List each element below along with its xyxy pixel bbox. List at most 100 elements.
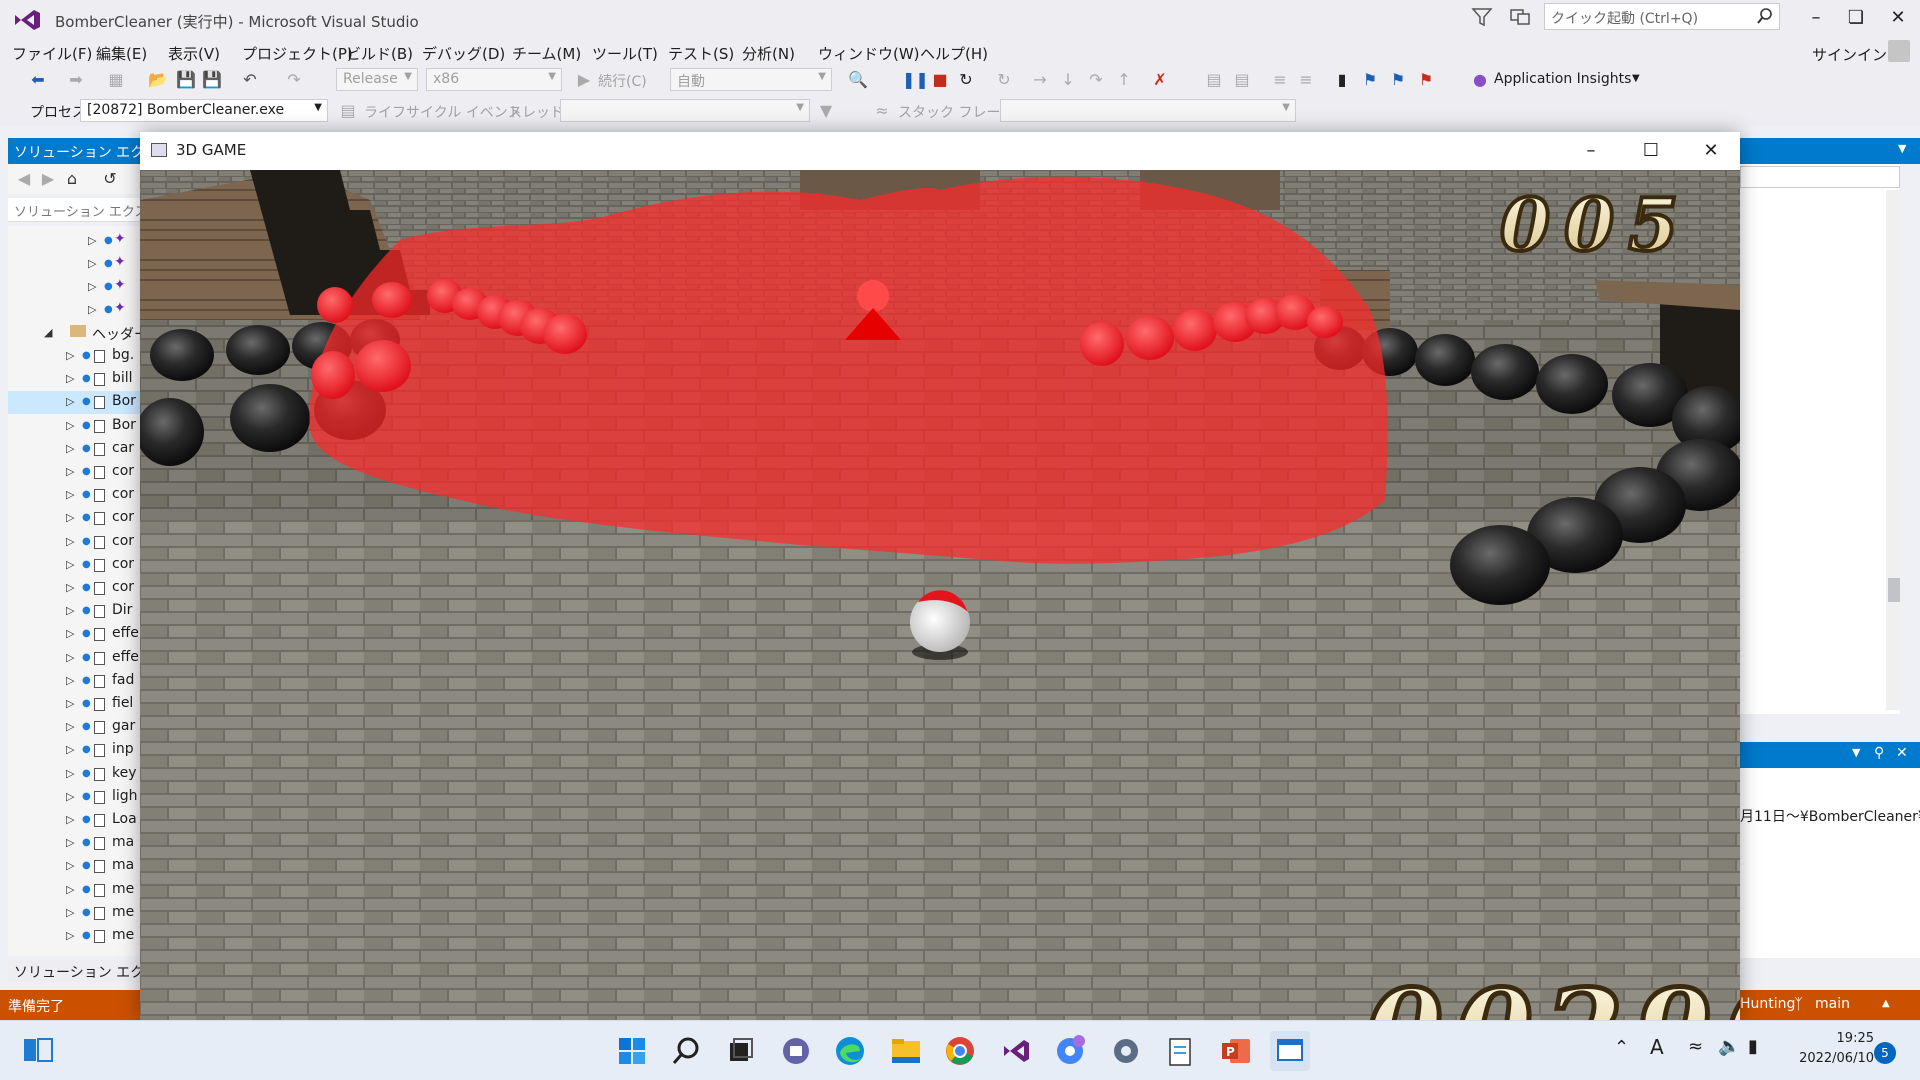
- expand-arrow-icon[interactable]: ▷: [66, 743, 74, 756]
- tree-file-item[interactable]: ▷ ● key: [8, 763, 140, 786]
- process-select[interactable]: [20872] BomberCleaner.exe ▼: [80, 99, 328, 122]
- back-icon[interactable]: ◀: [14, 169, 34, 189]
- tree-file-item[interactable]: ▷ ● fiel: [8, 693, 140, 716]
- previous-bookmark-icon[interactable]: ⚑: [1360, 70, 1380, 90]
- ime-indicator[interactable]: A: [1650, 1035, 1664, 1059]
- new-project-icon[interactable]: ▦: [106, 70, 126, 90]
- menu-build[interactable]: ビルド(B): [346, 43, 413, 64]
- expand-arrow-icon[interactable]: ▷: [66, 790, 74, 803]
- tree-file-item[interactable]: ▷ ● me: [8, 879, 140, 902]
- configuration-select[interactable]: Release ▼: [336, 68, 418, 91]
- clear-bookmarks-icon[interactable]: ⚑: [1416, 70, 1436, 90]
- game-window[interactable]: 3D GAME – ☐ ✕ 005: [140, 132, 1740, 1020]
- open-folder-icon[interactable]: 📂: [148, 70, 168, 90]
- menu-tools[interactable]: ツール(T): [592, 43, 658, 64]
- restart-icon[interactable]: ↻: [956, 70, 976, 90]
- exception-settings-icon[interactable]: ✗: [1150, 70, 1170, 90]
- close-button[interactable]: ✕: [1878, 4, 1918, 32]
- tree-item[interactable]: ▷ ● ✦: [8, 253, 140, 276]
- step-over-icon[interactable]: ↓: [1058, 70, 1078, 90]
- tree-file-item[interactable]: ▷ ● bill: [8, 368, 140, 391]
- tree-file-item[interactable]: ▷ ● ma: [8, 855, 140, 878]
- notification-badge[interactable]: 5: [1874, 1042, 1896, 1064]
- redo-icon[interactable]: ↷: [284, 70, 304, 90]
- powerpoint-icon[interactable]: P: [1216, 1031, 1256, 1071]
- expand-arrow-icon[interactable]: ▷: [66, 511, 74, 524]
- tree-file-item[interactable]: ▷ ● me: [8, 902, 140, 925]
- forward-icon[interactable]: ▶: [38, 169, 58, 189]
- menu-project[interactable]: プロジェクト(P): [242, 43, 353, 64]
- expand-arrow-icon[interactable]: ▷: [66, 581, 74, 594]
- tree-file-item[interactable]: ▷ ● cor: [8, 531, 140, 554]
- hex-display-icon[interactable]: ▤: [1204, 70, 1224, 90]
- quick-launch-input[interactable]: クイック起動 (Ctrl+Q): [1544, 3, 1780, 30]
- pin-icon[interactable]: ⚲: [1874, 745, 1884, 761]
- clock-date[interactable]: 2022/06/10: [1790, 1051, 1874, 1066]
- history-icon[interactable]: ↺: [100, 169, 120, 189]
- search-icon[interactable]: [666, 1031, 706, 1071]
- menu-team[interactable]: チーム(M): [512, 43, 581, 64]
- expand-arrow-icon[interactable]: ▷: [66, 929, 74, 942]
- next-bookmark-icon[interactable]: ⚑: [1388, 70, 1408, 90]
- solution-explorer-header[interactable]: ソリューション エクスプローラー: [8, 138, 140, 164]
- game-close-button[interactable]: ✕: [1686, 136, 1736, 166]
- expand-arrow-icon[interactable]: ▷: [88, 234, 96, 247]
- expand-arrow-icon[interactable]: ▷: [66, 488, 74, 501]
- threads-icon[interactable]: ▤: [1232, 70, 1252, 90]
- avatar[interactable]: [1888, 40, 1910, 62]
- expand-arrow-icon[interactable]: ▷: [66, 813, 74, 826]
- expand-arrow-icon[interactable]: ▷: [66, 349, 74, 362]
- visual-studio-icon[interactable]: [996, 1031, 1036, 1071]
- pause-icon[interactable]: ❚❚: [902, 70, 929, 90]
- wifi-icon[interactable]: ≈: [1688, 1036, 1703, 1057]
- tree-file-item[interactable]: ▷ ● effe: [8, 647, 140, 670]
- expand-arrow-icon[interactable]: ▷: [66, 859, 74, 872]
- expand-arrow-icon[interactable]: ▷: [66, 697, 74, 710]
- expand-arrow-icon[interactable]: ▷: [66, 720, 74, 733]
- collapse-arrow-icon[interactable]: ◢: [44, 326, 52, 339]
- expand-arrow-icon[interactable]: ▷: [66, 883, 74, 896]
- save-all-icon[interactable]: 💾: [202, 70, 222, 90]
- expand-arrow-icon[interactable]: ▷: [66, 558, 74, 571]
- find-icon[interactable]: 🔍: [848, 70, 868, 90]
- chevron-up-icon[interactable]: ⌃: [1614, 1037, 1629, 1058]
- clock-time[interactable]: 19:25: [1790, 1031, 1874, 1046]
- chevron-down-icon[interactable]: ▼: [1852, 746, 1860, 759]
- menu-view[interactable]: 表示(V): [168, 43, 220, 64]
- filter-icon[interactable]: ▼: [816, 101, 836, 121]
- menu-analyze[interactable]: 分析(N): [742, 43, 795, 64]
- tree-file-item[interactable]: ▷ ● inp: [8, 739, 140, 762]
- chrome-icon[interactable]: [940, 1031, 980, 1071]
- teams-chat-icon[interactable]: [776, 1031, 816, 1071]
- expand-arrow-icon[interactable]: ▷: [66, 535, 74, 548]
- tree-file-item[interactable]: ▷ ● fad: [8, 670, 140, 693]
- signin-link[interactable]: サインイン: [1812, 44, 1887, 65]
- tree-file-item[interactable]: ▷ ● Loa: [8, 809, 140, 832]
- solution-search-input[interactable]: ソリューション エクスプローラー の検索: [8, 198, 140, 222]
- tree-folder-headers[interactable]: ◢ ヘッダー: [8, 322, 140, 345]
- tree-file-item[interactable]: ▷ ● Bor: [8, 415, 140, 438]
- filter-icon[interactable]: [1470, 6, 1494, 28]
- menu-test[interactable]: テスト(S): [668, 43, 734, 64]
- comment-icon[interactable]: ≡: [1270, 70, 1290, 90]
- stop-icon[interactable]: ■: [930, 70, 950, 90]
- undo-icon[interactable]: ↶: [240, 70, 260, 90]
- edge-icon[interactable]: [830, 1031, 870, 1071]
- tree-file-item[interactable]: ▷ ● cor: [8, 484, 140, 507]
- expand-arrow-icon[interactable]: ▷: [66, 651, 74, 664]
- expand-arrow-icon[interactable]: ▷: [88, 257, 96, 270]
- tree-file-item[interactable]: ▷ ● ma: [8, 832, 140, 855]
- game-maximize-button[interactable]: ☐: [1626, 136, 1676, 166]
- expand-arrow-icon[interactable]: ▷: [66, 906, 74, 919]
- tree-item[interactable]: ▷ ● ✦: [8, 276, 140, 299]
- game-titlebar[interactable]: 3D GAME – ☐ ✕: [140, 132, 1740, 170]
- expand-arrow-icon[interactable]: ▷: [66, 674, 74, 687]
- navigate-forward-icon[interactable]: ➡: [66, 70, 86, 90]
- expand-arrow-icon[interactable]: ▷: [66, 465, 74, 478]
- step-out-icon[interactable]: ↑: [1114, 70, 1134, 90]
- platform-select[interactable]: x86 ▼: [426, 68, 562, 91]
- chevron-down-icon[interactable]: ▼: [1898, 142, 1906, 155]
- game-minimize-button[interactable]: –: [1566, 136, 1616, 166]
- tree-file-item[interactable]: ▷ ● cor: [8, 577, 140, 600]
- thread-select[interactable]: ▼: [560, 99, 810, 122]
